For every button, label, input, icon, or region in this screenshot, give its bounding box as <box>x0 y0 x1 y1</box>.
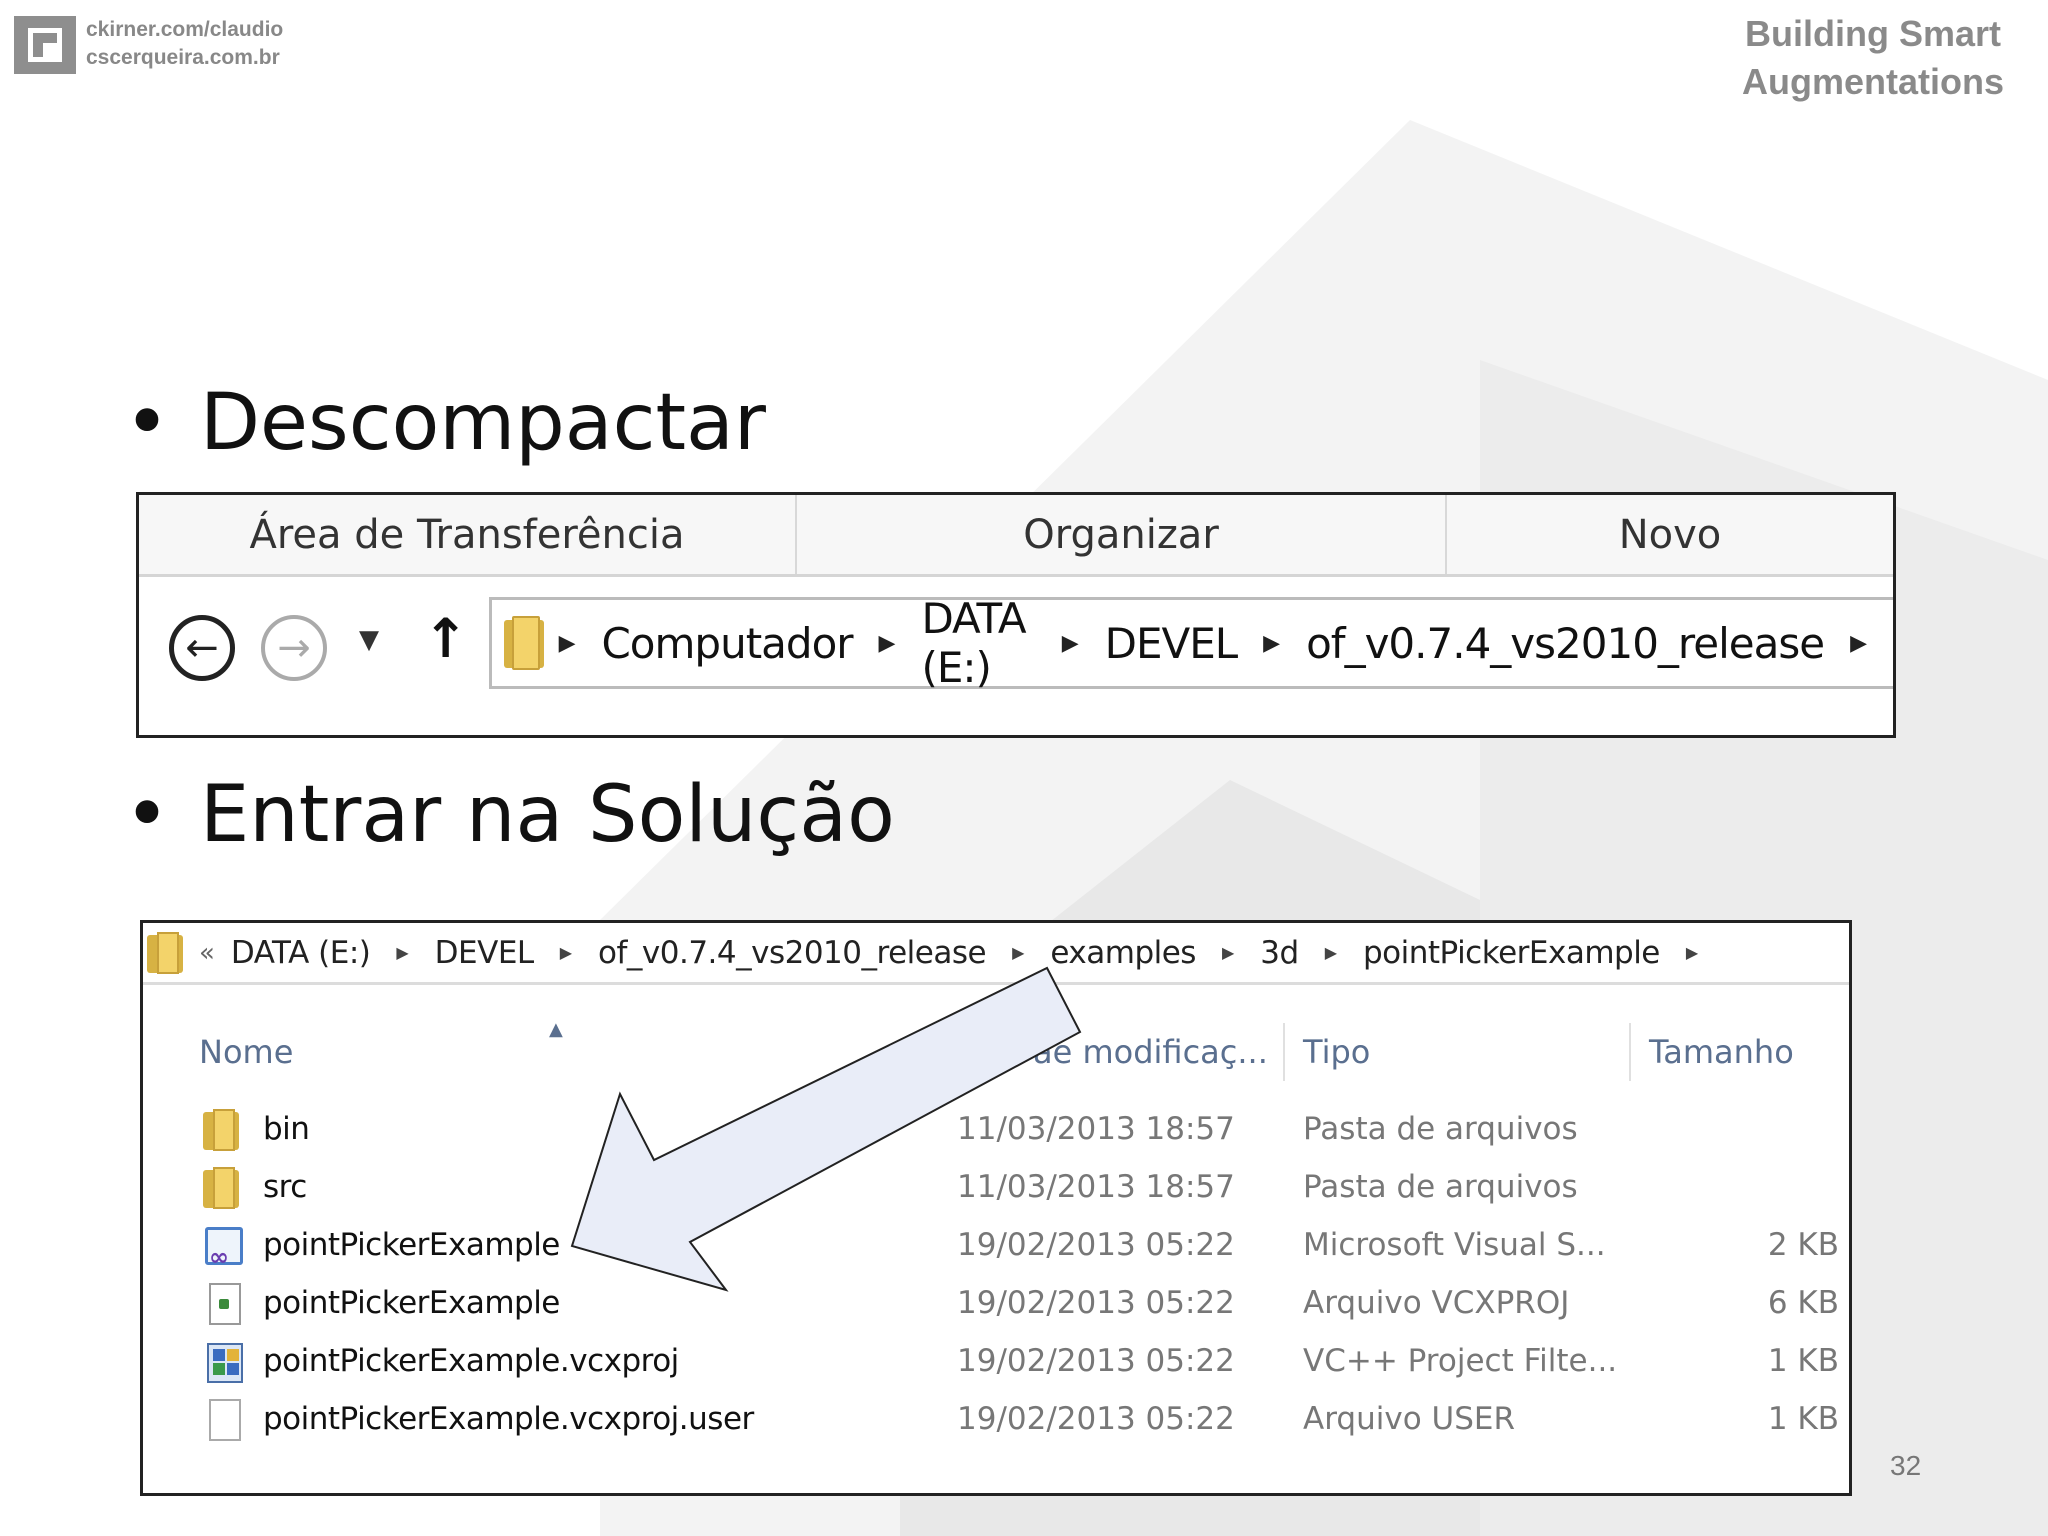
visual-studio-solution-icon: ∞ <box>203 1225 247 1271</box>
breadcrumb-separator-icon[interactable]: ▶ <box>396 943 408 962</box>
file-type: Microsoft Visual S... <box>1303 1227 1606 1263</box>
logo <box>14 16 76 74</box>
breadcrumb-devel[interactable]: DEVEL <box>1105 619 1239 668</box>
breadcrumb-data-drive[interactable]: DATA (E:) <box>921 594 1035 692</box>
credits: ckirner.com/claudio cscerqueira.com.br <box>86 16 283 72</box>
file-type: VC++ Project Filte... <box>1303 1343 1618 1379</box>
breadcrumb-separator-icon[interactable]: ▶ <box>559 631 576 656</box>
navigation-row: ← → ▼ ↑ ▶ Computador ▶ DATA (E:) ▶ DEVEL… <box>139 594 1893 697</box>
file-date: 19/02/2013 05:22 <box>957 1401 1235 1437</box>
breadcrumb-release[interactable]: of_v0.7.4_vs2010_release <box>1306 619 1825 668</box>
file-size: 6 KB <box>1767 1285 1839 1321</box>
breadcrumb-separator-icon[interactable]: ▶ <box>879 631 896 656</box>
file-name: bin <box>263 1111 310 1147</box>
file-type: Arquivo VCXPROJ <box>1303 1285 1570 1321</box>
ribbon-groups: Área de Transferência Organizar Novo <box>139 495 1893 577</box>
caret-down-icon: ▼ <box>359 625 379 655</box>
folder-icon <box>203 1109 247 1153</box>
up-button[interactable]: ↑ <box>423 607 468 670</box>
bullet-entrar-na-solucao: • Entrar na Solução <box>124 770 895 860</box>
explorer-ribbon-screenshot: Área de Transferência Organizar Novo ← →… <box>136 492 1896 738</box>
breadcrumb-separator-icon[interactable]: ▶ <box>1325 943 1337 962</box>
vcxproj-file-icon <box>203 1283 247 1327</box>
breadcrumb-3d[interactable]: 3d <box>1260 935 1299 971</box>
file-size: 1 KB <box>1767 1401 1839 1437</box>
arrow-up-icon: ↑ <box>423 607 469 670</box>
arrow-right-icon: → <box>277 625 311 671</box>
ribbon-group-organize[interactable]: Organizar <box>797 495 1447 574</box>
brand-title: Building Smart Augmentations <box>1742 10 2004 106</box>
column-header-type[interactable]: Tipo <box>1303 1033 1370 1071</box>
file-name: pointPickerExample.vcxproj <box>263 1343 679 1379</box>
breadcrumb-separator-icon[interactable]: ▶ <box>1062 631 1079 656</box>
forward-button[interactable]: → <box>261 615 327 681</box>
file-size: 1 KB <box>1767 1343 1839 1379</box>
column-header-size[interactable]: Tamanho <box>1649 1033 1794 1071</box>
double-chevron-left-icon[interactable]: « <box>199 938 215 968</box>
folder-icon <box>147 931 183 974</box>
blank-file-icon <box>203 1399 247 1443</box>
file-type: Pasta de arquivos <box>1303 1111 1578 1147</box>
arrow-left-icon: ← <box>185 625 219 671</box>
column-divider[interactable] <box>1283 1023 1285 1081</box>
breadcrumb-data-drive[interactable]: DATA (E:) <box>231 935 371 971</box>
breadcrumb-devel[interactable]: DEVEL <box>435 935 535 971</box>
breadcrumb-computer[interactable]: Computador <box>601 619 853 668</box>
ribbon-group-clipboard[interactable]: Área de Transferência <box>139 495 797 574</box>
file-row-user[interactable]: pointPickerExample.vcxproj.user 19/02/20… <box>143 1393 1849 1451</box>
file-date: 19/02/2013 05:22 <box>957 1343 1235 1379</box>
file-name: pointPickerExample <box>263 1285 560 1321</box>
file-type: Pasta de arquivos <box>1303 1169 1578 1205</box>
breadcrumb-pointpickerexample[interactable]: pointPickerExample <box>1363 935 1660 971</box>
breadcrumb-separator-icon[interactable]: ▶ <box>1686 943 1698 962</box>
file-name: src <box>263 1169 307 1205</box>
folder-icon <box>504 616 544 670</box>
file-row-filters[interactable]: pointPickerExample.vcxproj 19/02/2013 05… <box>143 1335 1849 1393</box>
file-type: Arquivo USER <box>1303 1401 1516 1437</box>
bullet-text: Descompactar <box>200 378 766 468</box>
credit-line-2: cscerqueira.com.br <box>86 46 280 69</box>
recent-locations-dropdown[interactable]: ▼ <box>359 625 379 655</box>
page-number: 32 <box>1890 1450 1922 1481</box>
breadcrumb-separator-icon[interactable]: ▶ <box>1222 943 1234 962</box>
breadcrumb-separator-icon[interactable]: ▶ <box>1263 631 1280 656</box>
callout-arrow <box>570 966 1082 1292</box>
column-divider[interactable] <box>1629 1023 1631 1081</box>
credit-line-1: ckirner.com/claudio <box>86 18 284 41</box>
bullet-dot: • <box>124 378 171 468</box>
bullet-dot: • <box>124 770 171 860</box>
file-size: 2 KB <box>1767 1227 1839 1263</box>
brand-line-2: Augmentations <box>1741 61 2004 102</box>
folder-icon <box>203 1167 247 1211</box>
file-name: pointPickerExample.vcxproj.user <box>263 1401 754 1437</box>
file-name: pointPickerExample <box>263 1227 560 1263</box>
ribbon-group-new[interactable]: Novo <box>1447 495 1893 574</box>
brand-line-1: Building Smart <box>1744 13 2001 54</box>
project-filters-icon <box>203 1341 247 1385</box>
breadcrumb-separator-icon[interactable]: ▶ <box>1850 631 1867 656</box>
bullet-text: Entrar na Solução <box>200 770 895 860</box>
address-bar[interactable]: ▶ Computador ▶ DATA (E:) ▶ DEVEL ▶ of_v0… <box>489 594 1893 692</box>
bullet-descompactar: • Descompactar <box>124 378 766 468</box>
column-header-name[interactable]: Nome <box>199 1033 293 1071</box>
back-button[interactable]: ← <box>169 615 235 681</box>
